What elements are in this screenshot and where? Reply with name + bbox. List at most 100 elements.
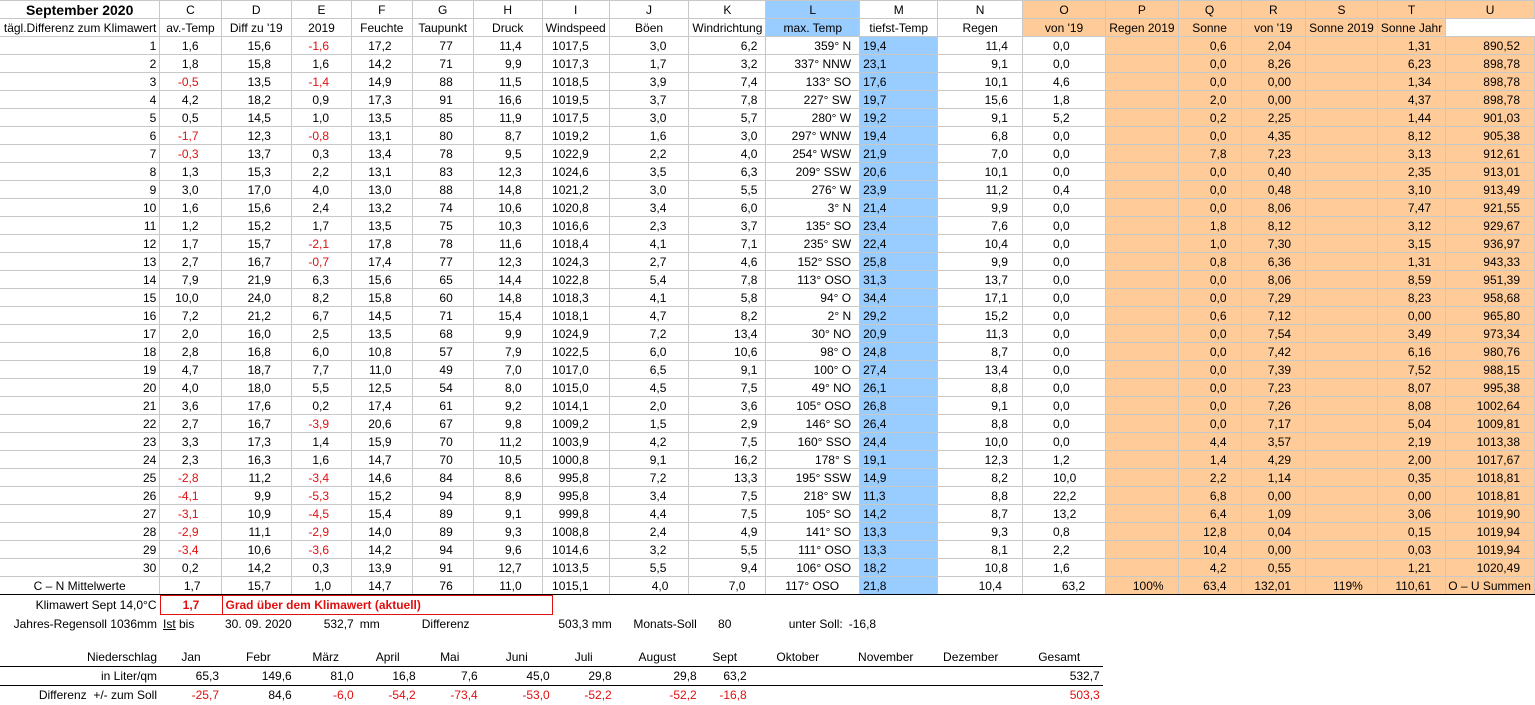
data-cell: 6,0 xyxy=(290,342,353,361)
data-cell: 995,8 xyxy=(541,486,610,505)
column-header: von '19 xyxy=(1240,18,1307,37)
data-cell: 3,5 xyxy=(608,162,690,181)
data-cell: 29,2 xyxy=(859,306,939,325)
data-cell: -3,9 xyxy=(290,414,353,433)
data-cell xyxy=(1305,378,1378,397)
data-cell: 7,29 xyxy=(1240,288,1307,307)
data-cell: 4,6 xyxy=(688,252,767,271)
data-cell: 16,7 xyxy=(220,414,292,433)
data-cell: 1,8 xyxy=(1177,216,1242,235)
data-cell xyxy=(1305,288,1378,307)
data-cell: -2,1 xyxy=(290,234,353,253)
data-cell: 0,0 xyxy=(1021,306,1107,325)
data-cell: 11,4 xyxy=(472,36,543,55)
data-cell: 8,59 xyxy=(1376,270,1447,289)
data-cell: 9,9 xyxy=(937,252,1023,271)
data-cell: 3,2 xyxy=(608,540,690,559)
data-cell: 10,8 xyxy=(937,558,1023,577)
data-cell xyxy=(1105,450,1179,469)
day-cell: 18 xyxy=(0,342,161,361)
data-cell: 1,6 xyxy=(290,54,353,73)
data-cell: 995,38 xyxy=(1445,378,1535,397)
data-cell: 6,3 xyxy=(688,162,767,181)
data-cell: 80 xyxy=(411,126,474,145)
data-cell: 4,2 xyxy=(1177,558,1242,577)
data-cell: -4,1 xyxy=(159,486,222,505)
data-cell: 7,1 xyxy=(688,234,767,253)
data-cell: 1017,67 xyxy=(1445,450,1535,469)
data-cell: 19,2 xyxy=(859,108,939,127)
month-diff xyxy=(845,685,926,705)
data-cell: 11,4 xyxy=(937,36,1023,55)
day-cell: 7 xyxy=(0,144,161,163)
data-cell: 890,52 xyxy=(1445,36,1535,55)
data-cell: 7,2 xyxy=(608,324,690,343)
day-cell: 10 xyxy=(0,198,161,217)
data-cell: 3,7 xyxy=(688,216,767,235)
month-name: Juli xyxy=(574,649,593,664)
data-cell: 0,0 xyxy=(1177,414,1242,433)
data-cell: 83 xyxy=(411,162,474,181)
data-cell: 18,2 xyxy=(859,558,939,577)
data-cell: 98° O xyxy=(765,342,861,361)
data-cell: 1,3 xyxy=(159,162,222,181)
data-cell: 4,35 xyxy=(1240,126,1307,145)
data-cell: 17,4 xyxy=(351,396,413,415)
data-cell: 1022,5 xyxy=(541,342,610,361)
data-cell xyxy=(1105,504,1179,523)
data-cell: 1014,1 xyxy=(541,396,610,415)
data-cell: 27,4 xyxy=(859,360,939,379)
data-cell: 1019,94 xyxy=(1445,540,1535,559)
data-cell: 0,0 xyxy=(1021,36,1107,55)
data-cell: 5,5 xyxy=(608,558,690,577)
data-cell xyxy=(1105,270,1179,289)
data-cell: 10,5 xyxy=(472,450,543,469)
month-diff: -73,4 xyxy=(418,685,481,705)
data-cell: 4,1 xyxy=(608,288,690,307)
month-name: Juni xyxy=(505,649,528,664)
table-row: 11 1,2 15,2 1,7 13,5 75 10,3 1016,6 2,3 3,7 135° S… xyxy=(0,216,1535,235)
data-cell: 24,8 xyxy=(859,342,939,361)
month-value: 7,6 xyxy=(418,666,481,686)
data-cell: 111° OSO xyxy=(765,540,861,559)
data-cell: 24,4 xyxy=(859,432,939,451)
column-header: Taupunkt xyxy=(411,18,474,37)
ist-label: Ist xyxy=(163,617,176,632)
data-cell: 8,2 xyxy=(290,288,353,307)
data-cell xyxy=(1305,198,1378,217)
data-cell: 9,3 xyxy=(472,522,543,541)
data-cell: 8,2 xyxy=(688,306,767,325)
data-cell: 1,6 xyxy=(290,450,353,469)
column-letter: R xyxy=(1240,0,1307,19)
month-diff: -53,0 xyxy=(480,685,553,705)
data-cell: 7,39 xyxy=(1240,360,1307,379)
data-cell: 6,8 xyxy=(1177,486,1242,505)
data-cell: 7,23 xyxy=(1240,378,1307,397)
data-cell: -3,6 xyxy=(290,540,353,559)
data-cell: 1,8 xyxy=(159,54,222,73)
data-cell: 17,3 xyxy=(351,90,413,109)
data-cell: 1019,90 xyxy=(1445,504,1535,523)
month-value xyxy=(925,666,1016,686)
data-cell: 5,5 xyxy=(688,540,767,559)
data-cell: 7,26 xyxy=(1240,396,1307,415)
data-cell: 1,4 xyxy=(290,432,353,451)
data-cell: 8,07 xyxy=(1376,378,1447,397)
data-cell: 12,5 xyxy=(351,378,413,397)
data-cell: 7,52 xyxy=(1376,360,1447,379)
day-cell: 9 xyxy=(0,180,161,199)
data-cell: 89 xyxy=(411,522,474,541)
table-row: 19 4,7 18,7 7,7 11,0 49 7,0 1017,0 6,5 9,1 100° O2… xyxy=(0,360,1535,379)
data-cell: 23,1 xyxy=(859,54,939,73)
data-cell: 61 xyxy=(411,396,474,415)
data-cell: 7,8 xyxy=(688,270,767,289)
data-cell: -3,4 xyxy=(159,540,222,559)
data-cell: 13,3 xyxy=(688,468,767,487)
data-cell: 21,9 xyxy=(220,270,292,289)
column-letter-row: September 2020 C D E F G H I J K L M N O P Q R S T U xyxy=(0,0,1535,19)
data-cell: 1018,81 xyxy=(1445,486,1535,505)
data-cell: 105° SO xyxy=(765,504,861,523)
data-cell: 0,00 xyxy=(1240,90,1307,109)
column-letter: H xyxy=(472,0,543,19)
table-row: 10 1,6 15,6 2,4 13,2 74 10,6 1020,8 3,4 6,0 3° N 21… xyxy=(0,198,1535,217)
